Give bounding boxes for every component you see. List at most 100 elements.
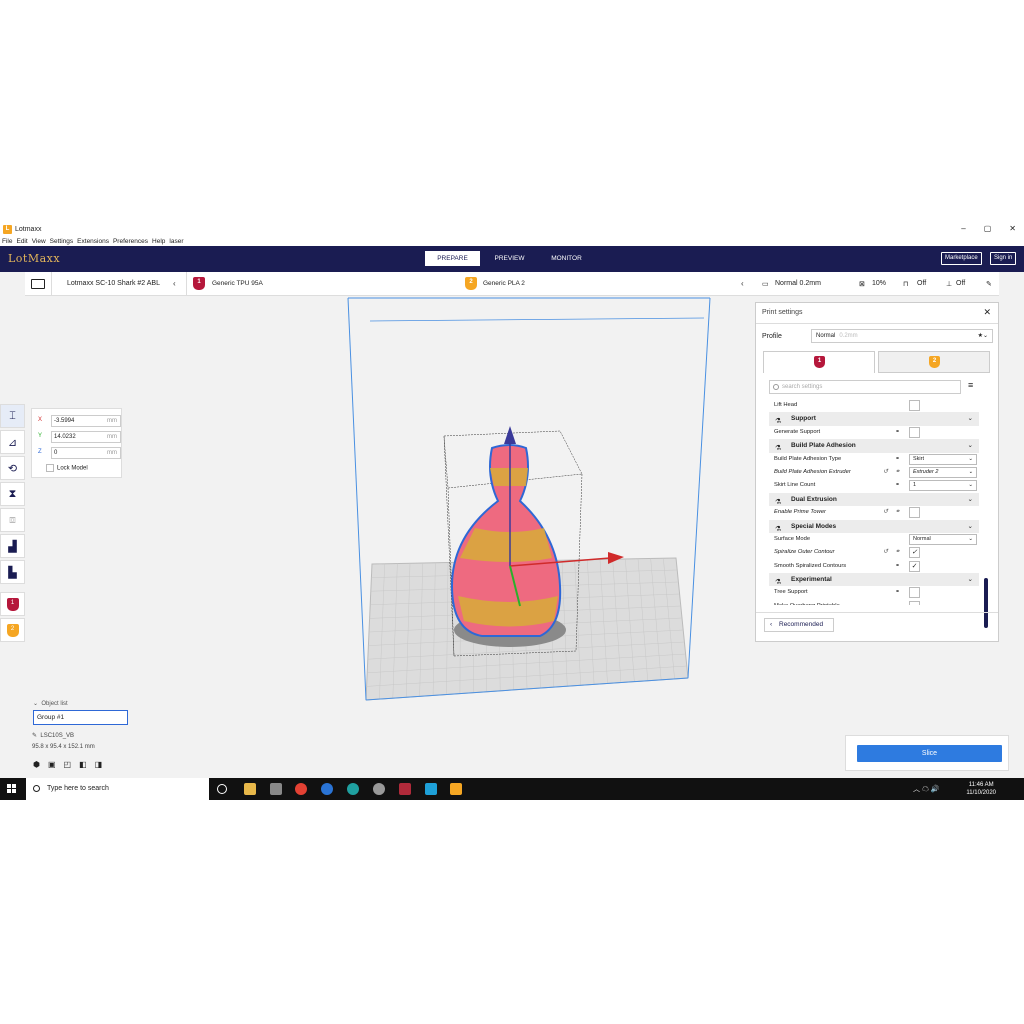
settings-menu-icon[interactable]: ≡ [968, 380, 973, 390]
chevron-left-icon[interactable]: ‹ [173, 279, 176, 288]
sign-in-button[interactable]: Sign in [990, 252, 1017, 265]
chevron-down-icon[interactable]: ⌄ [968, 412, 973, 425]
spiralize-outer-contour-checkbox[interactable]: ✓ [909, 547, 920, 559]
windows-start-icon[interactable] [7, 784, 16, 793]
menu-file[interactable]: File [2, 238, 12, 245]
category-support[interactable]: ⚗ Support ⌄ [769, 412, 979, 426]
open-file-button[interactable] [25, 272, 52, 296]
reset-icon[interactable]: ↺ [883, 546, 888, 559]
setting-build-plate-adhesion-extruder[interactable]: Build Plate Adhesion Extruder ↺ ⚭ Extruder … [769, 466, 979, 479]
menu-laser[interactable]: laser [169, 238, 183, 245]
recommended-button[interactable]: ‹ Recommended [764, 618, 834, 632]
smooth-spiralized-contours-checkbox[interactable]: ✓ [909, 560, 920, 572]
extruder-2-select-button[interactable]: 2 [0, 618, 25, 642]
surface-mode-dropdown[interactable]: Normal ⌄ [909, 533, 977, 545]
build-volume-viewport[interactable] [300, 296, 740, 706]
tab-preview[interactable]: PREVIEW [482, 251, 537, 266]
make-overhang-printable-checkbox[interactable] [909, 600, 920, 605]
view-3d-icon[interactable]: ⬢ [33, 760, 40, 769]
generate-support-checkbox[interactable] [909, 426, 920, 438]
view-right-icon[interactable]: ◨ [95, 760, 103, 769]
extruder-1-material[interactable]: Generic TPU 95A [212, 280, 263, 287]
view-left-icon[interactable]: ◧ [79, 760, 87, 769]
object-list-item[interactable]: Group #1 [33, 710, 128, 725]
skirt-line-count-dropdown[interactable]: 1 ⌄ [909, 480, 977, 492]
rotate-tool-button[interactable]: ⟲ [0, 456, 25, 480]
menu-view[interactable]: View [32, 238, 46, 245]
move-tool-button[interactable]: ⌶ [0, 404, 25, 428]
category-experimental[interactable]: ⚗ Experimental ⌄ [769, 573, 979, 587]
system-tray[interactable]: ︿ ☁ 🔊 [913, 784, 940, 794]
edge-legacy-icon[interactable] [321, 783, 333, 795]
scale-tool-button[interactable]: ⊿ [0, 430, 25, 454]
app-icon[interactable] [425, 783, 437, 795]
chrome-icon[interactable] [295, 783, 307, 795]
tab-extruder-2[interactable]: 2 [878, 351, 990, 373]
setting-skirt-line-count[interactable]: Skirt Line Count ⚭ 1 ⌄ [769, 479, 979, 492]
maximize-button[interactable]: ▢ [984, 224, 992, 233]
chevron-down-icon[interactable]: ⌄ [968, 493, 973, 506]
build-plate-adhesion-extruder-dropdown[interactable]: Extruder 2 ⌄ [909, 466, 977, 478]
category-build-plate-adhesion[interactable]: ⚗ Build Plate Adhesion ⌄ [769, 439, 979, 453]
tab-prepare[interactable]: PREPARE [425, 251, 480, 266]
profile-dropdown[interactable]: Normal 0.2mm ★⌄ [811, 329, 993, 343]
per-model-settings-button[interactable]: ⧈ [0, 508, 25, 532]
reset-icon[interactable]: ↺ [883, 466, 888, 479]
menu-preferences[interactable]: Preferences [113, 238, 148, 245]
menu-edit[interactable]: Edit [16, 238, 27, 245]
setting-lift-head[interactable]: Lift Head [769, 399, 979, 412]
z-position-input[interactable]: 0 mm [51, 447, 121, 459]
build-plate-adhesion-type-dropdown[interactable]: Skirt ⌄ [909, 453, 977, 465]
edge-icon[interactable] [347, 783, 359, 795]
setting-tree-support[interactable]: Tree Support ⚭ [769, 586, 979, 599]
setting-make-overhang-printable[interactable]: Make Overhang Printable [769, 600, 979, 605]
lift-head-checkbox[interactable] [909, 400, 920, 411]
star-icon[interactable]: ★⌄ [978, 330, 988, 342]
y-position-input[interactable]: 14.0232 mm [51, 431, 121, 443]
chevron-down-icon[interactable]: ⌄ [968, 573, 973, 586]
file-explorer-icon[interactable] [244, 783, 256, 795]
tree-support-checkbox[interactable] [909, 587, 920, 599]
view-top-icon[interactable]: ◰ [64, 760, 72, 769]
menu-settings[interactable]: Settings [50, 238, 74, 245]
search-settings-input[interactable]: search settings [769, 380, 961, 394]
setting-spiralize-outer-contour[interactable]: Spiralize Outer Contour ↺ ⚭ ✓ [769, 546, 979, 559]
pencil-icon[interactable]: ✎ [32, 733, 37, 739]
setting-surface-mode[interactable]: Surface Mode Normal ⌄ [769, 533, 979, 546]
slice-button[interactable]: Slice [857, 745, 1002, 762]
x-position-input[interactable]: -3.5994 mm [51, 415, 121, 427]
setting-build-plate-adhesion-type[interactable]: Build Plate Adhesion Type ⚭ Skirt ⌄ [769, 453, 979, 466]
extruder-2-material[interactable]: Generic PLA 2 [483, 280, 525, 287]
tab-extruder-1[interactable]: 1 [763, 351, 875, 373]
chevron-down-icon[interactable]: ⌄ [968, 520, 973, 533]
taskbar-clock[interactable]: 11:46 AM 11/10/2020 [966, 781, 996, 797]
close-icon[interactable]: ✕ [983, 307, 991, 318]
category-dual-extrusion[interactable]: ⚗ Dual Extrusion ⌄ [769, 492, 979, 507]
object-list-toggle[interactable]: ⌄ Object list [33, 700, 68, 707]
lay-flat-button[interactable]: ▙ [0, 560, 25, 584]
view-front-icon[interactable]: ▣ [48, 760, 56, 769]
app-icon[interactable] [373, 783, 385, 795]
taskbar-search-input[interactable]: Type here to search [26, 778, 209, 800]
setting-generate-support[interactable]: Generate Support ⚭ [769, 426, 979, 439]
enable-prime-tower-checkbox[interactable] [909, 507, 920, 519]
printer-selector[interactable]: Lotmaxx SC-10 Shark #2 ABL [67, 280, 160, 287]
category-special-modes[interactable]: ⚗ Special Modes ⌄ [769, 519, 979, 533]
marketplace-button[interactable]: Marketplace [941, 252, 982, 265]
reset-icon[interactable]: ↺ [883, 506, 888, 519]
tab-monitor[interactable]: MONITOR [539, 251, 594, 266]
support-blocker-button[interactable]: ▟ [0, 534, 25, 558]
menu-extensions[interactable]: Extensions [77, 238, 109, 245]
lotmaxx-taskbar-icon[interactable] [450, 783, 462, 795]
chevron-down-icon[interactable]: ⌄ [968, 439, 973, 452]
app-icon[interactable] [399, 783, 411, 795]
setting-smooth-spiralized-contours[interactable]: Smooth Spiralized Contours ⚭ ✓ [769, 560, 979, 573]
menu-help[interactable]: Help [152, 238, 165, 245]
minimize-button[interactable]: – [961, 224, 965, 233]
cortana-icon[interactable] [217, 784, 227, 794]
settings-scrollbar[interactable] [984, 578, 988, 628]
setting-enable-prime-tower[interactable]: Enable Prime Tower ↺ ⚭ [769, 506, 979, 519]
mirror-tool-button[interactable]: ⧗ [0, 482, 25, 506]
print-settings-summary[interactable]: ▭ Normal 0.2mm ⊠ 10% ⊓ Off ⊥ Off ✎ [755, 272, 999, 296]
lock-model-checkbox[interactable]: Lock Model [46, 464, 88, 472]
